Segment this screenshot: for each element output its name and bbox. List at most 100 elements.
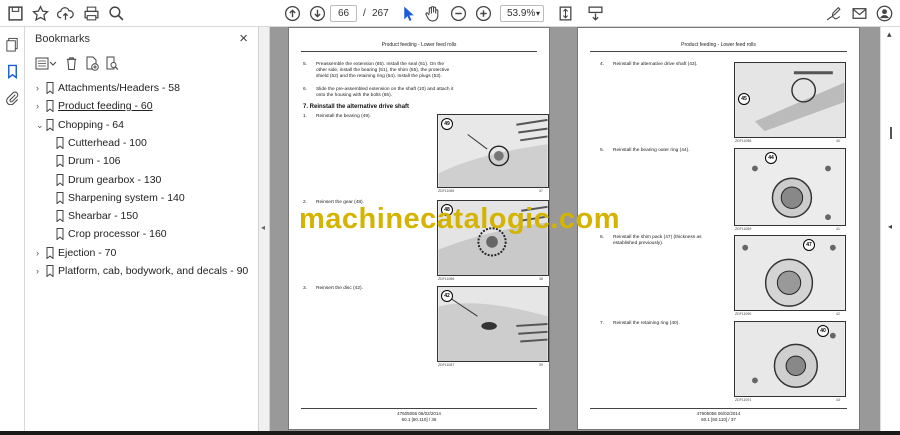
page-header: Product feeding - Lower feed rolls (681, 42, 756, 48)
page-separator: / (363, 8, 366, 19)
collapse-panel-icon[interactable]: ◂ (261, 223, 265, 232)
main-toolbar: 66 / 267 53.9% ▾ (0, 0, 900, 27)
save-icon[interactable] (6, 4, 25, 23)
scroll-mode-icon[interactable] (586, 4, 605, 23)
figure-bearing: 49 (437, 114, 549, 188)
vertical-scrollbar[interactable]: ▴ ◂ (880, 27, 900, 435)
footer-rule (590, 408, 847, 409)
bookmark-platform-cab[interactable]: › Platform, cab, bodywork, and decals - 9… (36, 264, 249, 278)
bookmark-flag-icon (56, 192, 64, 204)
mail-icon[interactable] (850, 4, 869, 23)
zoom-out-icon[interactable] (449, 4, 468, 23)
figure-shim-pack: 47 (734, 235, 846, 311)
bookmark-flag-icon (56, 210, 64, 222)
account-icon[interactable] (875, 4, 894, 23)
figure-disc: 42 (437, 286, 549, 362)
zoom-search-icon[interactable] (107, 4, 126, 23)
chevron-right-icon[interactable]: › (36, 246, 46, 260)
figure-retaining-ring: 40 (734, 321, 846, 397)
bookmark-attachments-headers[interactable]: › Attachments/Headers - 58 (36, 81, 180, 95)
bookmark-options-icon[interactable] (35, 57, 57, 71)
bookmark-label: Drum gearbox - 130 (68, 174, 162, 186)
step-text: Reinstall the alternative drive shaft (4… (613, 62, 698, 67)
previous-page-icon[interactable] (283, 4, 302, 23)
header-rule (301, 51, 537, 52)
figure-code: ZDF11088 (735, 139, 752, 143)
bookmark-flag-icon (46, 119, 54, 131)
page-number-input[interactable]: 66 (330, 5, 357, 22)
callout-badge: 45 (738, 93, 750, 105)
chevron-right-icon[interactable]: › (36, 81, 46, 95)
attachment-paperclip-icon[interactable] (5, 90, 20, 106)
chevron-right-icon[interactable]: › (36, 99, 46, 113)
sign-pen-icon[interactable] (824, 4, 843, 23)
upload-cloud-icon[interactable] (56, 4, 75, 23)
panel-splitter[interactable]: ◂ (258, 27, 270, 435)
chevron-down-icon: ▾ (535, 9, 540, 18)
step-text: Reinstall the shim pack (47) (thickness … (613, 235, 702, 246)
select-cursor-icon[interactable] (399, 4, 418, 23)
bookmark-shearbar[interactable]: Shearbar - 150 (56, 209, 138, 223)
step-text: Reinstall the bearing (49). (316, 114, 371, 119)
step-number: 6. (303, 87, 308, 92)
bookmark-sharpening-system[interactable]: Sharpening system - 140 (56, 191, 185, 205)
taskbar-edge (0, 431, 900, 435)
figure-number: 37 (539, 189, 543, 193)
figure-number: 38 (539, 277, 543, 281)
find-bookmark-icon[interactable] (105, 56, 119, 71)
bookmark-flag-icon (56, 228, 64, 240)
page-header: Product feeding - Lower feed rolls (381, 42, 457, 48)
print-icon[interactable] (82, 4, 101, 23)
bookmark-crop-processor[interactable]: Crop processor - 160 (56, 227, 167, 241)
hand-tool-icon[interactable] (423, 4, 442, 23)
bookmark-drum-gearbox[interactable]: Drum gearbox - 130 (56, 173, 162, 187)
bookmarks-icon[interactable] (5, 64, 20, 79)
navigation-rail (0, 27, 25, 435)
step-number: 3. (303, 286, 308, 291)
step-number: 5. (303, 62, 308, 67)
bookmark-label: Sharpening system - 140 (68, 192, 185, 204)
bookmark-product-feeding[interactable]: › Product feeding - 60 (36, 99, 153, 113)
fit-page-icon[interactable] (556, 4, 575, 23)
figure-code: ZDF11085 (438, 189, 455, 193)
bookmark-label: Attachments/Headers - 58 (58, 82, 180, 94)
step-text: Reinstall the retaining ring (40). (613, 321, 680, 326)
close-icon[interactable]: × (239, 30, 248, 47)
new-bookmark-icon[interactable] (85, 56, 99, 71)
watermark-text: machinecatalogic.com (299, 203, 621, 235)
step-text: Reinstall the bearing outer ring (44). (613, 148, 690, 153)
zoom-in-icon[interactable] (474, 4, 493, 23)
bookmark-label: Platform, cab, bodywork, and decals - 90 (58, 265, 249, 277)
section-heading: 7. Reinstall the alternative drive shaft (303, 104, 410, 110)
next-page-icon[interactable] (308, 4, 327, 23)
figure-outer-ring: 44 (734, 148, 846, 226)
bookmark-flag-icon (46, 100, 54, 112)
figure-number: 40 (836, 139, 840, 143)
delete-bookmark-icon[interactable] (65, 56, 79, 71)
callout-badge: 40 (817, 325, 829, 337)
page-thumbnails-icon[interactable] (5, 37, 20, 52)
bookmark-flag-icon (56, 137, 64, 149)
bookmark-ejection[interactable]: › Ejection - 70 (36, 246, 116, 260)
bookmark-flag-icon (56, 155, 64, 167)
bookmark-label: Drum - 106 (68, 155, 121, 167)
chevron-right-icon[interactable]: › (36, 264, 46, 278)
expand-panel-icon[interactable]: ◂ (888, 222, 892, 231)
bookmarks-title: Bookmarks (35, 33, 91, 45)
bookmark-cutterhead[interactable]: Cutterhead - 100 (56, 136, 147, 150)
star-icon[interactable] (31, 4, 50, 23)
bookmark-drum[interactable]: Drum - 106 (56, 154, 121, 168)
figure-number: 42 (836, 312, 840, 316)
scrollbar-thumb[interactable] (890, 127, 892, 139)
bookmark-chopping[interactable]: ⌄ Chopping - 64 (36, 118, 124, 132)
bookmarks-toolbar (35, 55, 255, 73)
bookmark-label: Product feeding - 60 (58, 100, 153, 112)
scroll-up-icon[interactable]: ▴ (887, 29, 892, 40)
figure-number: 43 (836, 398, 840, 402)
step-number: 1. (303, 114, 308, 119)
footer-page-ref: 60.1 [60.110] / 37 (701, 417, 736, 422)
chevron-down-icon[interactable]: ⌄ (36, 118, 46, 132)
header-rule (590, 51, 847, 52)
zoom-level-select[interactable]: 53.9% ▾ (500, 5, 544, 22)
bookmark-flag-icon (46, 265, 54, 277)
